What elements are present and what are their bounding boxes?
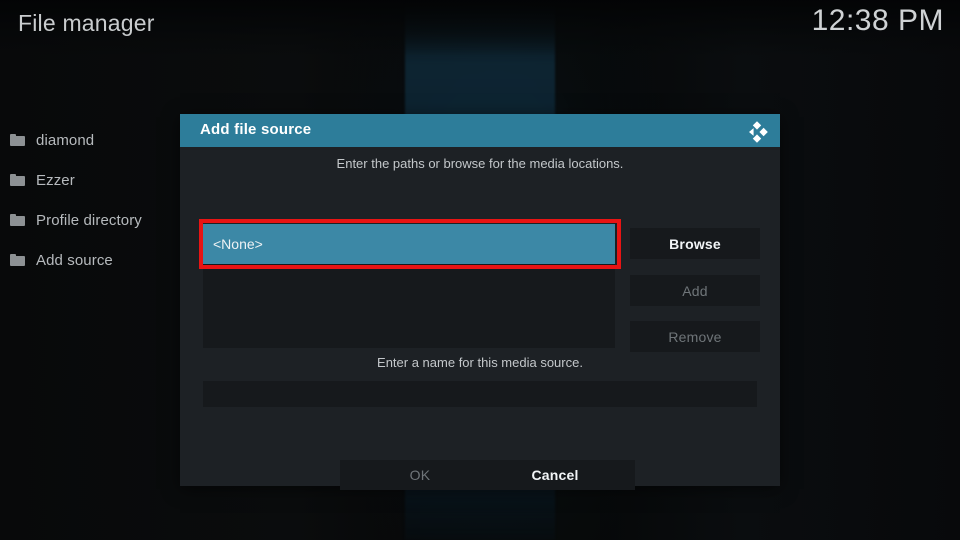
folder-icon bbox=[10, 214, 25, 226]
sidebar-item-label: Ezzer bbox=[36, 171, 75, 189]
cancel-button[interactable]: Cancel bbox=[475, 460, 635, 490]
add-button[interactable]: Add bbox=[630, 275, 760, 306]
sidebar: diamond Ezzer Profile directory Add sour… bbox=[0, 120, 190, 280]
sidebar-item-label: diamond bbox=[36, 131, 95, 149]
page-title: File manager bbox=[18, 10, 155, 36]
sidebar-item-add-source[interactable]: Add source bbox=[0, 240, 190, 280]
sidebar-item-diamond[interactable]: diamond bbox=[0, 120, 190, 160]
browse-button[interactable]: Browse bbox=[630, 228, 760, 259]
header-bar: File manager 12:38 PM bbox=[0, 0, 960, 52]
sidebar-item-label: Profile directory bbox=[36, 211, 142, 229]
remove-button[interactable]: Remove bbox=[630, 321, 760, 352]
path-list-item-label: <None> bbox=[213, 236, 263, 252]
folder-icon bbox=[10, 174, 25, 186]
dialog-body: Enter the paths or browse for the media … bbox=[180, 147, 780, 490]
kodi-logo-icon bbox=[749, 121, 768, 143]
sidebar-item-ezzer[interactable]: Ezzer bbox=[0, 160, 190, 200]
dialog-titlebar: Add file source bbox=[180, 114, 780, 147]
name-hint-text: Enter a name for this media source. bbox=[377, 355, 583, 370]
folder-icon bbox=[10, 254, 25, 266]
sidebar-item-profile-directory[interactable]: Profile directory bbox=[0, 200, 190, 240]
media-source-name-input[interactable] bbox=[203, 381, 757, 407]
clock: 12:38 PM bbox=[811, 4, 944, 37]
dialog-title: Add file source bbox=[200, 121, 312, 138]
path-list-item-none[interactable]: <None> bbox=[203, 224, 615, 264]
paths-hint-text: Enter the paths or browse for the media … bbox=[336, 156, 624, 171]
sidebar-item-label: Add source bbox=[36, 251, 113, 269]
add-file-source-dialog: Add file source Enter the paths or brows… bbox=[180, 114, 780, 490]
kodi-screen: File manager 12:38 PM diamond Ezzer Prof… bbox=[0, 0, 960, 540]
folder-icon bbox=[10, 134, 25, 146]
